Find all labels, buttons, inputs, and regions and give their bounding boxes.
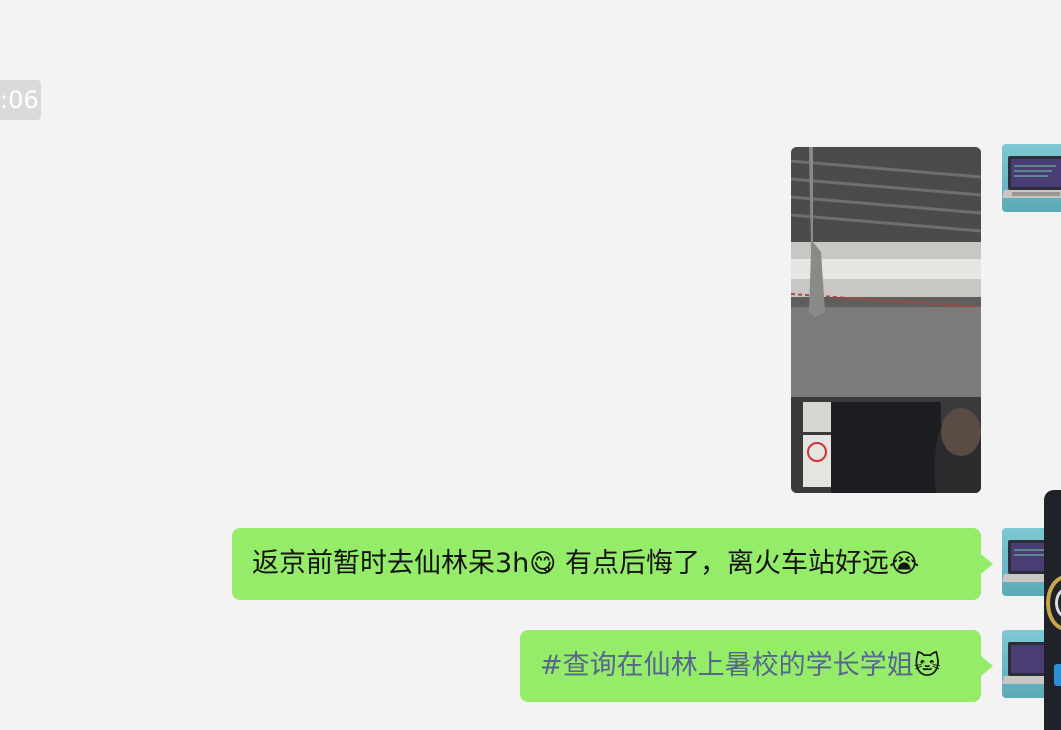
cat-emoji: 🐱 — [913, 651, 941, 681]
avatar[interactable] — [1002, 144, 1061, 212]
widget-indicator-icon — [1054, 664, 1061, 686]
laptop-icon — [1002, 156, 1061, 198]
image-message[interactable] — [791, 147, 981, 493]
subway-car-photo — [791, 147, 981, 493]
chat-timestamp: :06 — [0, 80, 41, 120]
message-text: 返京前暂时去仙林呆3h — [252, 548, 530, 579]
text-message-bubble[interactable]: #查询在仙林上暑校的学长学姐🐱 — [520, 630, 993, 702]
message-text: 有点后悔了，离火车站好远 — [556, 548, 889, 579]
yum-emoji: 😋 — [529, 549, 557, 579]
hashtag-link[interactable]: #查询在仙林上暑校的学长学姐 — [540, 650, 914, 681]
text-message-bubble[interactable]: 返京前暂时去仙林呆3h😋 有点后悔了，离火车站好远😭 — [232, 528, 993, 600]
crying-emoji: 😭 — [889, 549, 920, 579]
